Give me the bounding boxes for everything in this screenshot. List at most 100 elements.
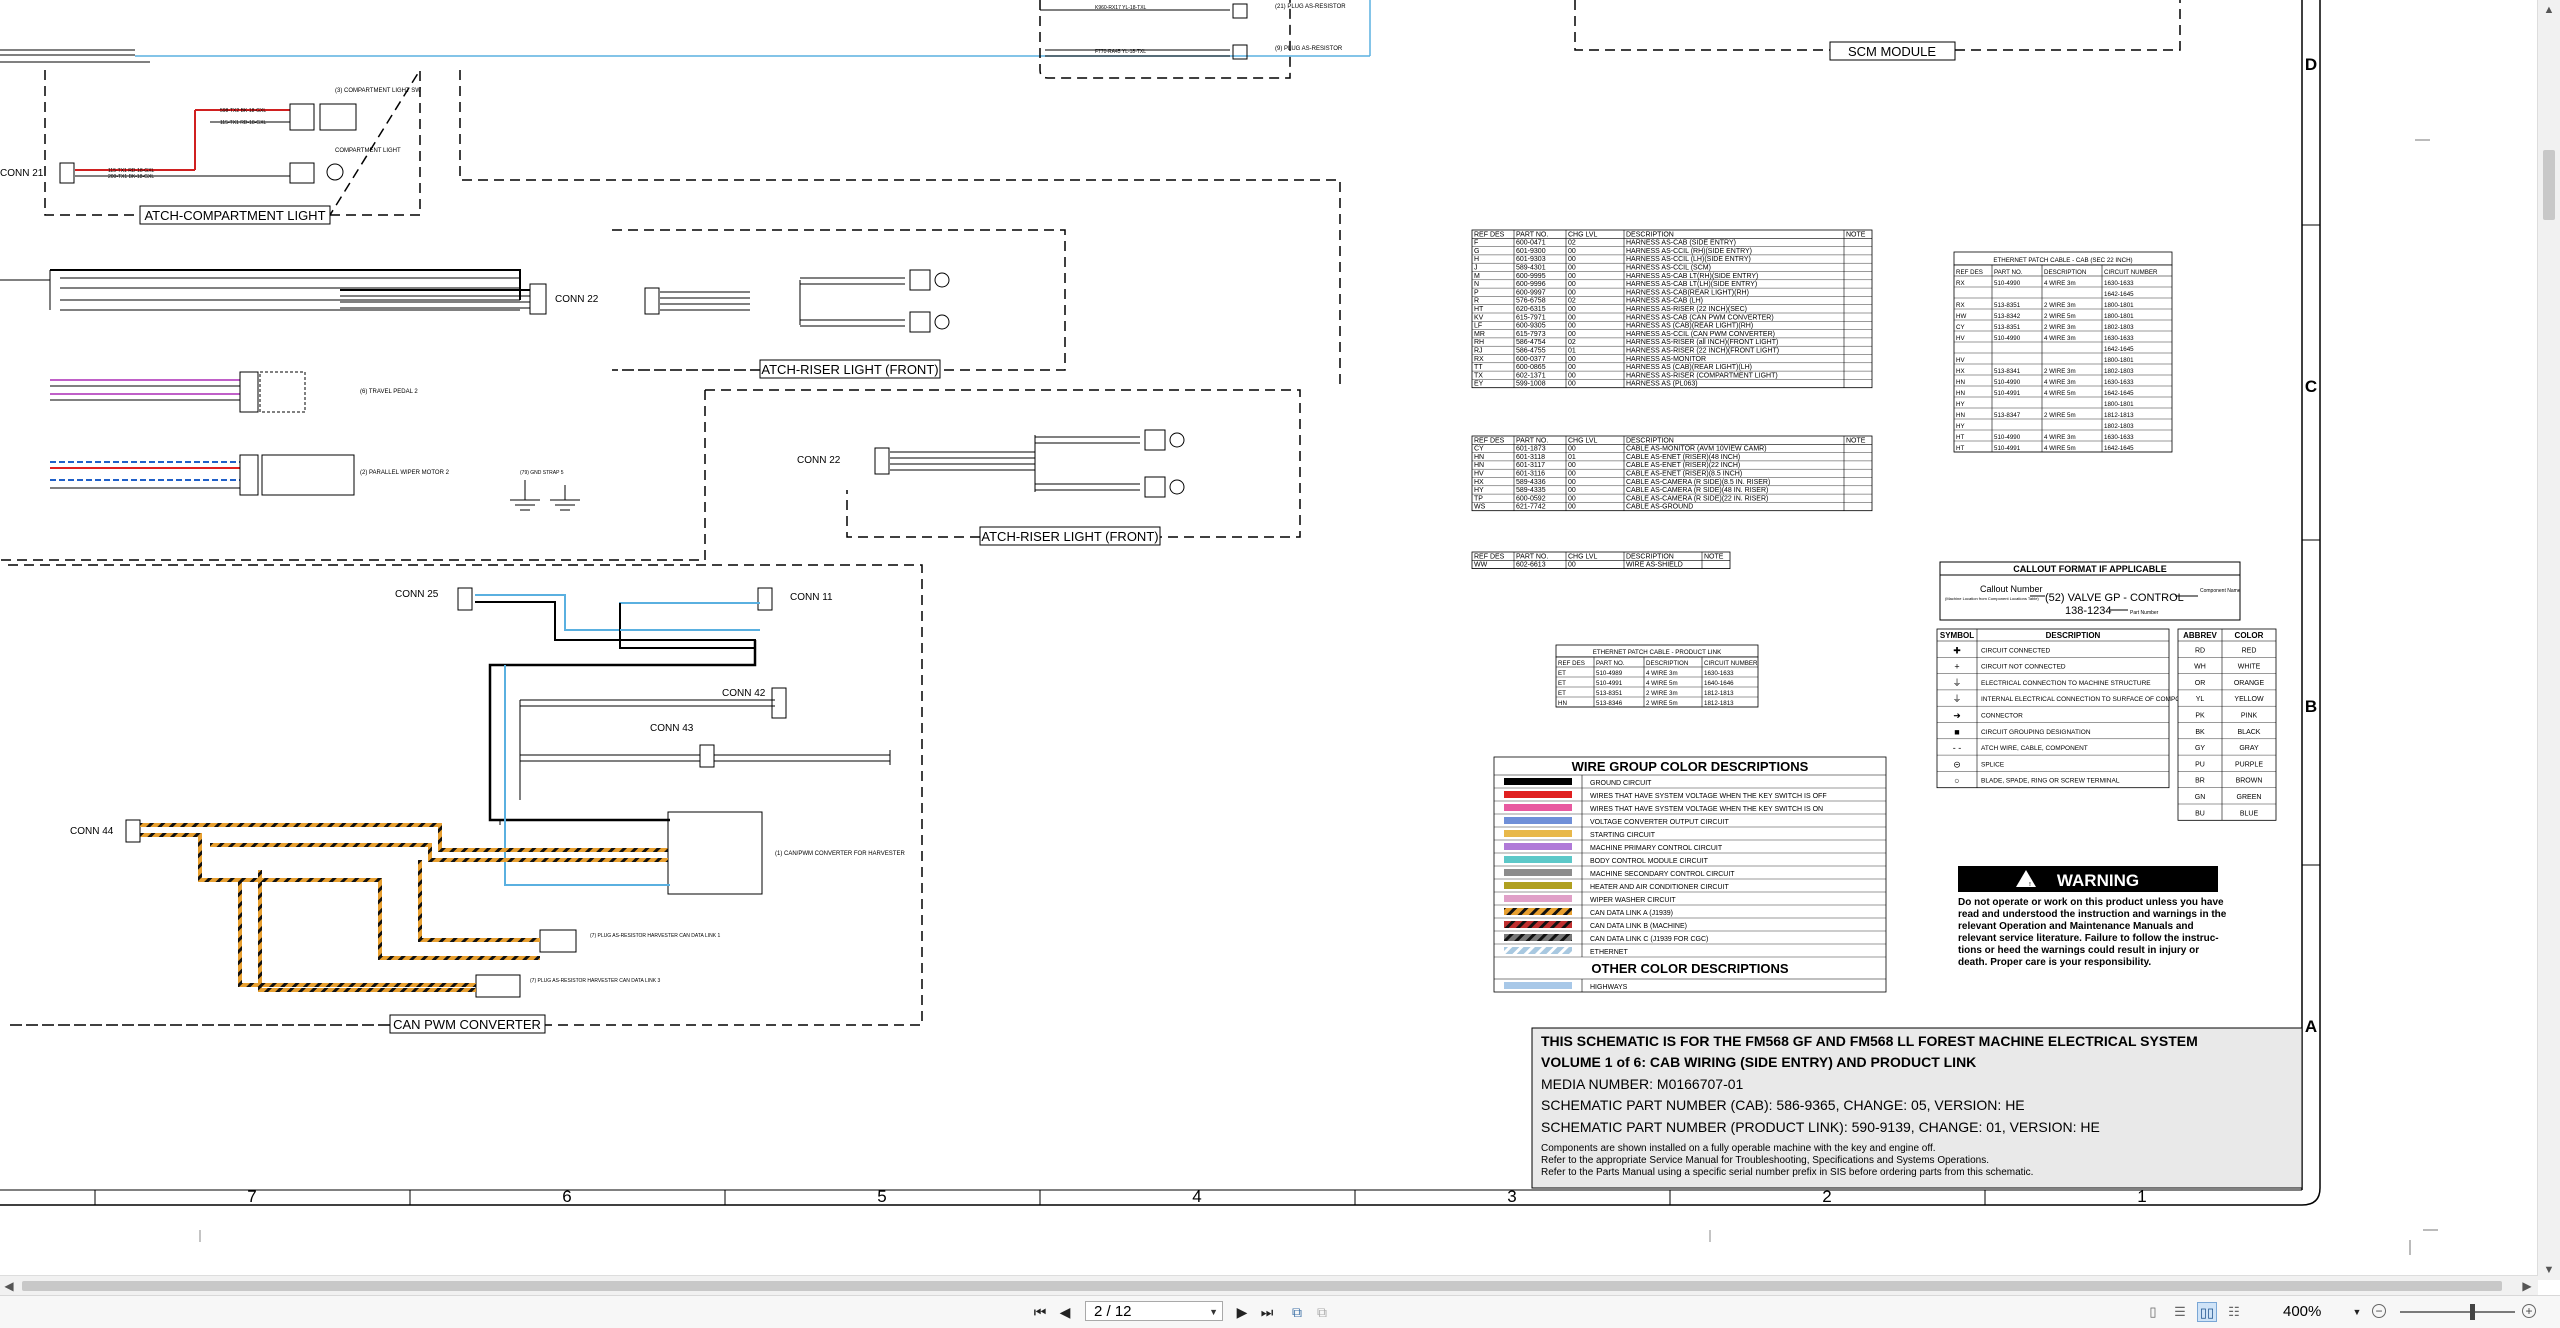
zoom-slider-track[interactable] [2400,1311,2515,1313]
svg-text:(3) COMPARTMENT LIGHT SW: (3) COMPARTMENT LIGHT SW [335,88,421,94]
continuous-facing-view-icon[interactable]: ☷ [2224,1302,2244,1322]
table-cell: CY [1956,324,1965,331]
table-cell: HY [1474,487,1484,494]
table-header: DESCRIPTION [1626,231,1674,238]
table-cell: 2 WIRE 5m [2044,412,2076,419]
table-cell: 00 [1568,446,1576,453]
svg-text:CONN 44: CONN 44 [70,826,114,837]
table-cell: BR [2195,778,2205,785]
page-number-field[interactable]: 2 / 12 ▼ [1085,1301,1223,1321]
table-cell: 600-9997 [1516,289,1546,296]
table-cell: GRAY [2239,745,2259,752]
wire-color-label: BODY CONTROL MODULE CIRCUIT [1590,858,1709,865]
zone-label-a: A [2305,1017,2317,1036]
table-cell: 589-4301 [1516,265,1546,272]
table-cell: HX [1474,479,1484,486]
vertical-scroll-thumb[interactable] [2543,150,2555,220]
table-cell: 510-4989 [1596,670,1623,677]
table-cell: CABLE AS-ENET (RISER)(48 INCH) [1626,454,1740,461]
svg-text:tions or heed the warnings cou: tions or heed the warnings could result … [1958,945,2199,956]
scm-module: SCM MODULE [1574,0,2181,61]
last-page-button[interactable]: ⏭ [1257,1302,1277,1322]
table-cell: EY [1474,381,1484,388]
other-colors-title: OTHER COLOR DESCRIPTIONS [1591,961,1789,976]
svg-text:CONN 11: CONN 11 [790,592,833,603]
table-cell: ET [1558,670,1566,677]
zoom-slider-knob[interactable] [2470,1304,2475,1320]
table-cell: HT [1956,434,1964,441]
table-cell: BLUE [2240,810,2259,817]
table-cell: 00 [1568,256,1576,263]
legend-description: INTERNAL ELECTRICAL CONNECTION TO SURFAC… [1981,696,2198,703]
wire-legend-title: WIRE GROUP COLOR DESCRIPTIONS [1572,759,1809,774]
scroll-left-arrow-icon[interactable]: ◀ [2,1278,16,1294]
facing-view-icon[interactable]: ▯▯ [2197,1302,2217,1322]
wire-color-swatch [1504,778,1572,785]
table-cell: 620-6315 [1516,306,1546,313]
single-page-view-icon[interactable]: ▯ [2143,1302,2163,1322]
symbol-legend-table: SYMBOL DESCRIPTION ✚ CIRCUIT CONNECTED + CIRC… [1936,628,2198,789]
table-header: CHG LVL [1568,553,1598,560]
svg-text:Callout Number: Callout Number [1980,584,2043,594]
table-cell: HX [1956,368,1965,375]
horizontal-scrollbar[interactable]: ◀ ▶ [0,1275,2538,1296]
wire-color-label: CAN DATA LINK C (J1939 FOR CGC) [1590,936,1708,943]
table-cell: HN [1956,390,1965,397]
table-cell: 00 [1568,331,1576,338]
table-cell: 1800-1801 [2104,313,2134,320]
zone-label-b: B [2305,697,2317,716]
zoom-out-button[interactable]: − [2372,1304,2386,1318]
can-pwm-converter-group: CAN PWM CONVERTER CONN 25 CONN 11 CONN 4… [8,564,923,1034]
scroll-up-arrow-icon[interactable]: ▲ [2542,2,2556,18]
table-cell: 513-8346 [1596,700,1623,707]
legend-description: ATCH WIRE, CABLE, COMPONENT [1981,745,2088,752]
next-view-button[interactable]: ⧉ [1312,1302,1332,1322]
legend-symbol-icon: ■ [1954,727,1959,737]
legend-description: CONNECTOR [1981,713,2023,720]
wire-color-swatch [1504,856,1572,863]
document-viewport[interactable]: 7 6 5 4 3 2 1 D C B A (21) PLUG AS-RESIS… [0,0,2560,1280]
vertical-scrollbar[interactable]: ▲ ▼ [2537,0,2560,1280]
table-cell: 599-1008 [1516,381,1546,388]
previous-page-button[interactable]: ◀ [1055,1302,1075,1322]
legend-description: BLADE, SPADE, RING OR SCREW TERMINAL [1981,778,2120,785]
table-cell: 1640-1646 [1704,680,1734,687]
svg-text:598-TX2 BK-18-GXL: 598-TX2 BK-18-GXL [220,108,266,114]
table-cell: GREEN [2237,794,2262,801]
table-cell: 1812-1813 [1704,700,1734,707]
table-cell: 513-8351 [1994,302,2021,309]
previous-view-button[interactable]: ⧉ [1287,1302,1307,1322]
table-cell: 2 WIRE 3m [1646,690,1678,697]
next-page-button[interactable]: ▶ [1232,1302,1252,1322]
table-cell: GY [2195,745,2205,752]
table-header: CHG LVL [1568,437,1598,444]
table-cell: HV [1956,357,1965,364]
scroll-right-arrow-icon[interactable]: ▶ [2520,1278,2534,1294]
table-cell: 00 [1568,289,1576,296]
scroll-down-arrow-icon[interactable]: ▼ [2542,1262,2556,1278]
table-header: DESCRIPTION [1626,437,1674,444]
first-page-button[interactable]: ⏮ [1030,1302,1050,1322]
svg-text:Part Number: Part Number [2130,610,2159,616]
svg-text:(79) GND STRAP 5: (79) GND STRAP 5 [520,470,564,476]
zoom-dropdown-icon[interactable]: ▼ [2347,1302,2367,1322]
legend-symbol-icon: + [1954,662,1959,672]
table-cell: 1802-1803 [2104,324,2134,331]
table-cell: YL [2196,696,2205,703]
continuous-view-icon[interactable]: ☰ [2170,1302,2190,1322]
wire-color-swatch [1504,817,1572,824]
table-cell: H [1474,256,1479,263]
page-dropdown-icon[interactable]: ▼ [1209,1302,1218,1322]
wire-color-label: GROUND CIRCUIT [1590,780,1652,787]
legend-description: ELECTRICAL CONNECTION TO MACHINE STRUCTU… [1981,680,2151,687]
table-cell: J [1474,265,1478,272]
table-cell: 00 [1568,462,1576,469]
table-cell: 600-0865 [1516,364,1546,371]
table-cell: RJ [1474,348,1483,355]
table-cell: 1642-1645 [2104,291,2134,298]
svg-text:(7) PLUG AS-RESISTOR HARVESTER: (7) PLUG AS-RESISTOR HARVESTER CAN DATA … [590,933,720,939]
legend-description: SPLICE [1981,761,2005,768]
zoom-in-button[interactable]: + [2522,1304,2536,1318]
horizontal-scroll-thumb[interactable] [22,1281,2502,1291]
table-cell: WIRE AS-SHIELD [1626,562,1683,569]
